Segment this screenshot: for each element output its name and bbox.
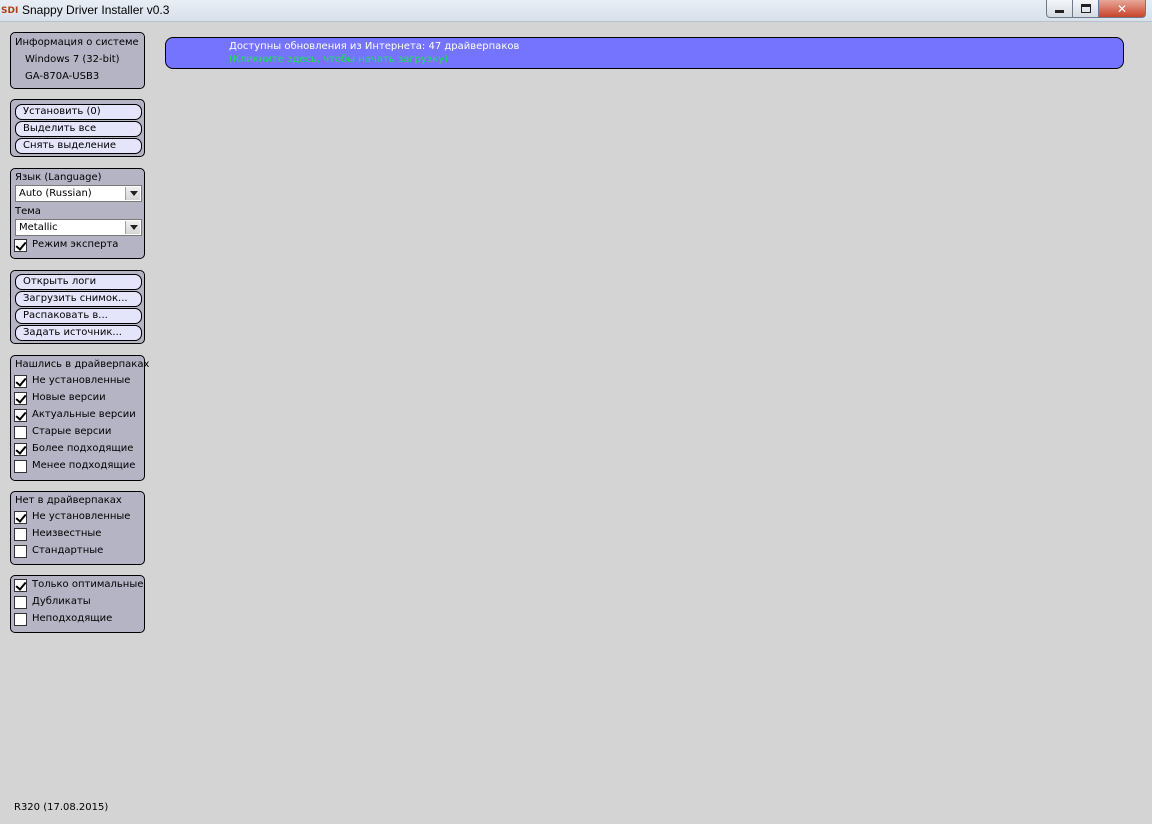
filter-checkbox[interactable] [14,460,27,473]
theme-select[interactable]: Metallic [15,219,142,236]
theme-label: Тема [15,206,41,217]
not-in-packs-panel: Нет в драйверпаках Не установленные Неиз… [10,491,145,565]
install-button[interactable]: Установить (0) [15,104,142,120]
expert-mode-checkbox-row[interactable]: Режим эксперта [14,238,142,253]
sdi-app-icon[interactable]: SDI [1,3,18,19]
actions-panel: Установить (0) Выделить все Снять выделе… [10,99,145,157]
update-banner[interactable]: Доступны обновления из Интернета: 47 дра… [165,37,1124,69]
not-in-packs-title: Нет в драйверпаках [15,495,122,506]
filter-checkbox[interactable] [14,392,27,405]
filter-label: Новые версии [32,392,106,403]
maximize-icon [1080,4,1091,13]
filter-label: Актуальные версии [32,409,136,420]
minimize-icon [1055,10,1064,13]
filter-row[interactable]: Старые версии [14,425,142,440]
filter-checkbox[interactable] [14,443,27,456]
select-all-button[interactable]: Выделить все [15,121,142,137]
close-icon: ✕ [1116,1,1128,16]
window-title: Snappy Driver Installer v0.3 [22,3,170,17]
filter-row[interactable]: Не установленные [14,510,142,525]
options-panel: Только оптимальные Дубликаты Неподходящи… [10,575,145,633]
set-source-button[interactable]: Задать источник... [15,325,142,341]
open-logs-button[interactable]: Открыть логи [15,274,142,290]
filter-row[interactable]: Неподходящие [14,612,142,627]
filter-checkbox[interactable] [14,528,27,541]
language-label: Язык (Language) [15,172,102,183]
minimize-button[interactable] [1046,0,1073,18]
language-value: Auto (Russian) [19,188,92,199]
filter-label: Более подходящие [32,443,134,454]
filter-checkbox[interactable] [14,426,27,439]
title-bar[interactable]: SDI Snappy Driver Installer v0.3 ✕ [0,0,1152,22]
filter-row[interactable]: Более подходящие [14,442,142,457]
filter-checkbox[interactable] [14,375,27,388]
chevron-down-icon[interactable] [125,221,140,234]
filter-checkbox[interactable] [14,545,27,558]
filter-label: Не установленные [32,511,131,522]
filter-label: Неизвестные [32,528,102,539]
system-info-title: Информация о системе [15,37,139,48]
update-download-link[interactable]: (Кликните здесь, чтобы начать загрузку) [229,54,448,65]
chevron-down-icon[interactable] [125,187,140,200]
motherboard-info: GA-870A-USB3 [25,71,100,82]
os-info: Windows 7 (32-bit) [25,54,120,65]
expert-mode-label: Режим эксперта [32,239,119,250]
filter-checkbox[interactable] [14,511,27,524]
filter-label: Только оптимальные [32,579,144,590]
filter-row[interactable]: Не установленные [14,374,142,389]
expert-mode-checkbox[interactable] [14,239,27,252]
system-info-panel: Информация о системе Windows 7 (32-bit) … [10,32,145,89]
settings-panel: Язык (Language) Auto (Russian) Тема Meta… [10,168,145,259]
language-select[interactable]: Auto (Russian) [15,185,142,202]
filter-label: Не установленные [32,375,131,386]
filter-row[interactable]: Новые версии [14,391,142,406]
filter-row[interactable]: Актуальные версии [14,408,142,423]
filter-checkbox[interactable] [14,409,27,422]
found-in-packs-title: Нашлись в драйверпаках [15,359,150,370]
window-controls: ✕ [1046,0,1146,18]
filter-label: Стандартные [32,545,104,556]
load-snapshot-button[interactable]: Загрузить снимок... [15,291,142,307]
extract-to-button[interactable]: Распаковать в... [15,308,142,324]
filter-label: Менее подходящие [32,460,136,471]
revision-label: R320 (17.08.2015) [14,802,109,813]
theme-value: Metallic [19,222,58,233]
tools-panel: Открыть логи Загрузить снимок... Распако… [10,270,145,344]
filter-row[interactable]: Неизвестные [14,527,142,542]
filter-row[interactable]: Менее подходящие [14,459,142,474]
filter-checkbox[interactable] [14,613,27,626]
close-button[interactable]: ✕ [1099,0,1146,18]
maximize-button[interactable] [1073,0,1099,18]
filter-checkbox[interactable] [14,596,27,609]
update-message: Доступны обновления из Интернета: 47 дра… [229,41,520,52]
found-in-packs-panel: Нашлись в драйверпаках Не установленные … [10,355,149,481]
filter-row[interactable]: Стандартные [14,544,142,559]
filter-label: Дубликаты [32,596,91,607]
filter-label: Неподходящие [32,613,113,624]
filter-label: Старые версии [32,426,112,437]
filter-row[interactable]: Только оптимальные [14,578,144,593]
filter-checkbox[interactable] [14,579,27,592]
deselect-button[interactable]: Снять выделение [15,138,142,154]
filter-row[interactable]: Дубликаты [14,595,142,610]
